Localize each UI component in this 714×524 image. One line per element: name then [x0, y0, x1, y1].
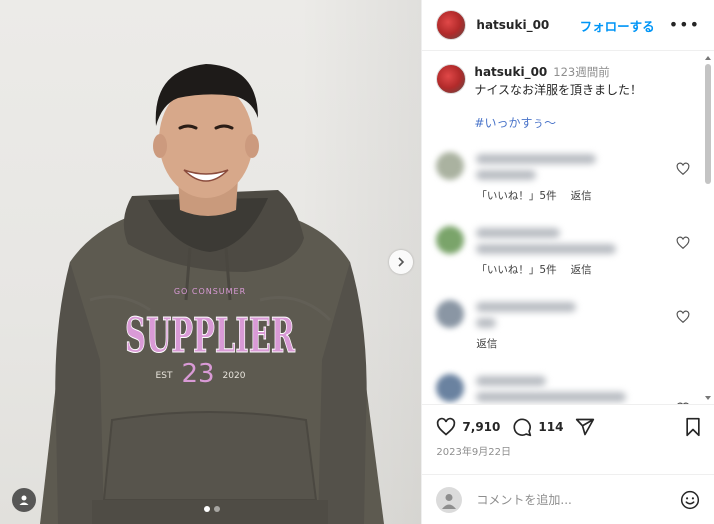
- scrollbar-thumb[interactable]: [705, 64, 711, 184]
- caption: hatsuki_00 123週間前 ナイスなお洋服を頂きました！ #いっかすぅ〜: [422, 52, 714, 132]
- comment-blurred-text: [476, 244, 617, 254]
- scroll-down-arrow[interactable]: [705, 396, 711, 400]
- comment-item: 「いいね！」5件 返信: [422, 152, 714, 226]
- comment-blurred-text: [476, 302, 577, 312]
- comment-blurred-text: [476, 318, 497, 328]
- print-right-text: 2020: [223, 371, 246, 381]
- post-header: hatsuki_00 フォローする •••: [422, 0, 714, 51]
- comment-avatar[interactable]: [436, 374, 465, 402]
- comments-list[interactable]: hatsuki_00 123週間前 ナイスなお洋服を頂きました！ #いっかすぅ〜 …: [422, 52, 714, 404]
- user-tag-button[interactable]: [12, 488, 36, 512]
- follow-button[interactable]: フォローする: [580, 16, 655, 35]
- post-actions: 7,910 114 2023年9月22日: [422, 404, 714, 464]
- header-username[interactable]: hatsuki_00: [476, 18, 549, 32]
- share-icon[interactable]: [575, 417, 595, 437]
- scroll-up-arrow[interactable]: [705, 56, 711, 60]
- comment-meta: 「いいね！」5件 返信: [476, 262, 591, 277]
- comment-avatar[interactable]: [436, 300, 465, 328]
- heart-icon[interactable]: [676, 310, 690, 324]
- comment-blurred-text: [476, 154, 597, 164]
- comment-likes[interactable]: 「いいね！」5件: [476, 264, 556, 276]
- avatar[interactable]: [436, 10, 467, 40]
- comment-blurred-text: [476, 392, 627, 402]
- chevron-right-icon: [398, 257, 405, 267]
- comment-input[interactable]: [474, 491, 659, 508]
- comment-item: [422, 374, 714, 404]
- next-photo-button[interactable]: [389, 250, 413, 274]
- caption-username[interactable]: hatsuki_00: [474, 65, 547, 79]
- heart-icon[interactable]: [436, 417, 456, 437]
- print-top-text: GO CONSUMER: [174, 287, 246, 296]
- comment-avatar[interactable]: [436, 152, 465, 180]
- more-icon[interactable]: •••: [669, 17, 700, 33]
- comment-avatar[interactable]: [436, 226, 465, 254]
- print-number-text: 23: [181, 359, 214, 389]
- bookmark-icon[interactable]: [684, 417, 702, 437]
- reply-button[interactable]: 返信: [571, 190, 592, 202]
- heart-icon[interactable]: [676, 236, 690, 250]
- comment-meta: 返信: [476, 336, 497, 351]
- caption-time: 123週間前: [553, 65, 610, 79]
- comment-likes[interactable]: 「いいね！」5件: [476, 190, 556, 202]
- carousel-dot: [214, 506, 220, 512]
- comment-blurred-text: [476, 170, 537, 180]
- comment-blurred-text: [476, 228, 561, 238]
- post-photo[interactable]: GO CONSUMER SUPPLIER EST 23 2020: [0, 0, 422, 524]
- carousel-dot-active: [204, 506, 210, 512]
- current-user-avatar: [436, 486, 463, 513]
- comments-count[interactable]: 114: [538, 420, 563, 434]
- user-tag-icon: [19, 495, 29, 505]
- post-panel: hatsuki_00 フォローする ••• hatsuki_00 123週間前 ナ…: [421, 0, 714, 524]
- caption-text: ナイスなお洋服を頂きました！: [474, 83, 643, 97]
- print-main-text: SUPPLIER: [125, 308, 296, 364]
- comment-blurred-text: [476, 376, 547, 386]
- hashtag-link[interactable]: #いっかすぅ〜: [474, 115, 642, 132]
- likes-count[interactable]: 7,910: [462, 420, 500, 434]
- comment-meta: 「いいね！」5件 返信: [476, 188, 591, 203]
- user-icon: [442, 493, 457, 509]
- reply-button[interactable]: 返信: [476, 338, 497, 350]
- comment-item: 返信: [422, 300, 714, 374]
- comment-icon[interactable]: [512, 417, 532, 437]
- carousel-dots: [204, 506, 220, 512]
- post-date: 2023年9月22日: [436, 447, 511, 458]
- heart-icon[interactable]: [676, 162, 690, 176]
- print-left-text: EST: [156, 371, 173, 381]
- reply-button[interactable]: 返信: [571, 264, 592, 276]
- comments-scrollbar[interactable]: [705, 56, 711, 401]
- caption-avatar[interactable]: [436, 64, 467, 94]
- hoodie-print: GO CONSUMER SUPPLIER EST 23 2020: [125, 287, 297, 389]
- comment-item: 「いいね！」5件 返信: [422, 226, 714, 300]
- add-comment-bar: [422, 474, 714, 524]
- emoji-icon[interactable]: [680, 490, 700, 510]
